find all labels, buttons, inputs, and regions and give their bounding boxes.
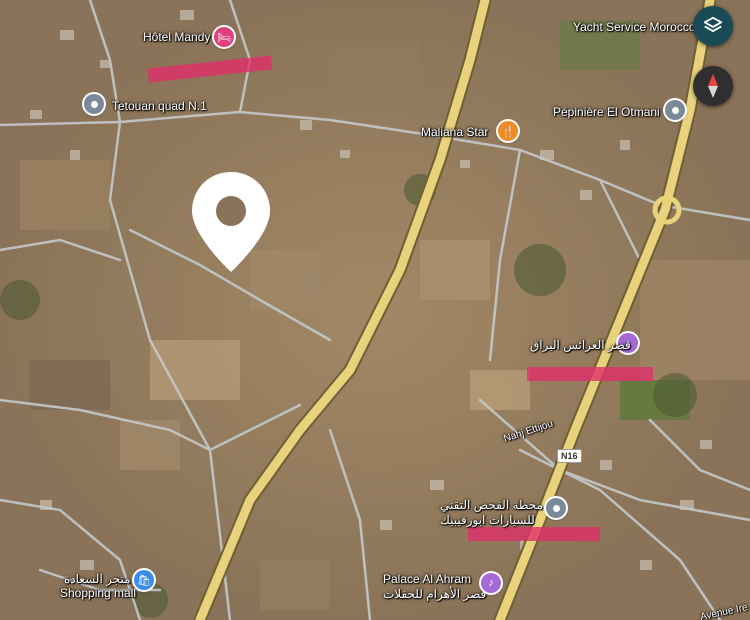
shopping-bag-icon[interactable]: 🛍	[134, 570, 154, 590]
highway-shield: N16	[557, 449, 582, 463]
highlight-bar	[468, 527, 600, 541]
layers-icon	[703, 16, 723, 32]
place-label-palace-line2[interactable]: قصر الأهرام للحفلات	[383, 587, 486, 601]
place-label-pepiniere[interactable]: Pépinière El Otmani	[553, 105, 660, 119]
place-label-hotel-mandy[interactable]: Hôtel Mandy	[143, 30, 210, 44]
place-icon[interactable]	[84, 94, 104, 114]
place-icon[interactable]	[665, 100, 685, 120]
place-label-tetouan-quad[interactable]: Tetouan quad N.1	[112, 99, 207, 113]
location-marker-icon[interactable]	[190, 170, 272, 274]
place-label-mall-line2[interactable]: Shopping mall	[60, 586, 136, 600]
satellite-map[interactable]: Hôtel Mandy 🛏 Tetouan quad N.1 Yacht Ser…	[0, 0, 750, 620]
place-label-inspection-line2[interactable]: للسيارات ابورقيبيك	[440, 513, 535, 527]
layers-button[interactable]	[693, 6, 733, 46]
restaurant-icon[interactable]: 🍴	[498, 121, 518, 141]
place-label-maliana-star[interactable]: Maliana Star	[421, 125, 488, 139]
place-label-wedding-hall[interactable]: قصر العرائس البراق	[530, 338, 631, 352]
highlight-bar	[527, 367, 653, 381]
place-label-palace-line1[interactable]: Palace Al Ahram	[383, 572, 471, 586]
place-label-mall-line1[interactable]: متجر السعادة	[64, 572, 131, 586]
compass-icon	[708, 74, 718, 98]
event-venue-icon[interactable]: ♪	[481, 573, 501, 593]
place-icon[interactable]	[546, 498, 566, 518]
place-label-yacht-service[interactable]: Yacht Service Morocco	[573, 20, 696, 34]
hotel-icon[interactable]: 🛏	[214, 27, 234, 47]
place-label-inspection-line1[interactable]: محطة الفحص التقني	[440, 498, 543, 512]
compass-button[interactable]	[693, 66, 733, 106]
map-terrain	[0, 0, 750, 620]
